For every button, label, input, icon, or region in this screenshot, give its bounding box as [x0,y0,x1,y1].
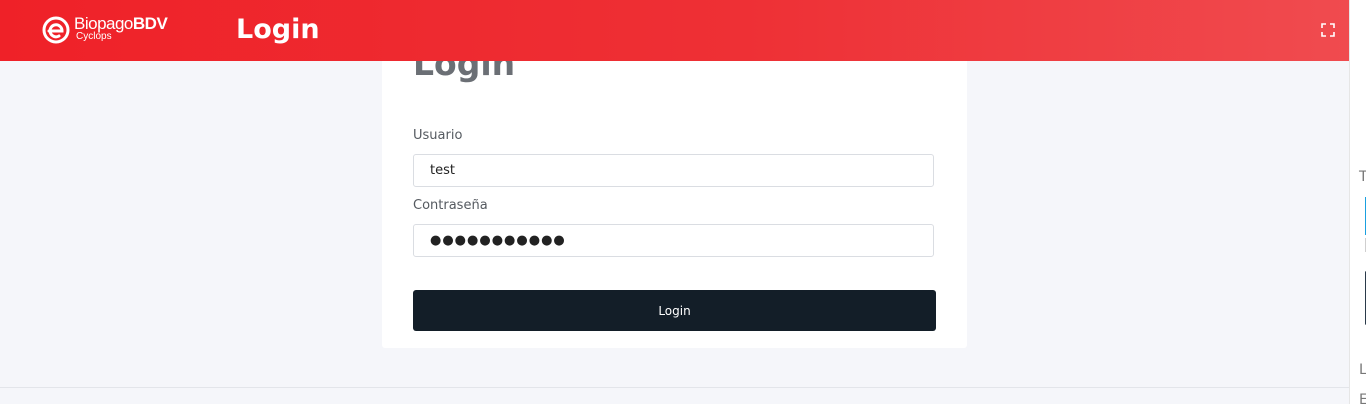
side-panel: T L E [1349,0,1366,404]
login-card: Login Usuario Contraseña Login [382,30,967,348]
password-label: Contraseña [413,198,488,213]
logo-subtitle: Cyclops [76,31,112,42]
login-button[interactable]: Login [413,290,936,331]
top-header: BiopagoBDV Cyclops Login [0,0,1349,61]
footer-divider [0,387,1349,388]
biopago-logo[interactable]: BiopagoBDV Cyclops [42,14,182,48]
e-logo-icon [42,16,70,44]
page-title: Login [236,14,320,45]
username-input[interactable] [413,154,934,187]
side-panel-letter: L [1359,362,1366,378]
username-label: Usuario [413,128,463,143]
side-panel-letter: E [1359,392,1366,404]
expand-icon[interactable] [1321,23,1335,37]
password-input[interactable] [413,224,934,257]
side-panel-letter: T [1359,169,1366,185]
